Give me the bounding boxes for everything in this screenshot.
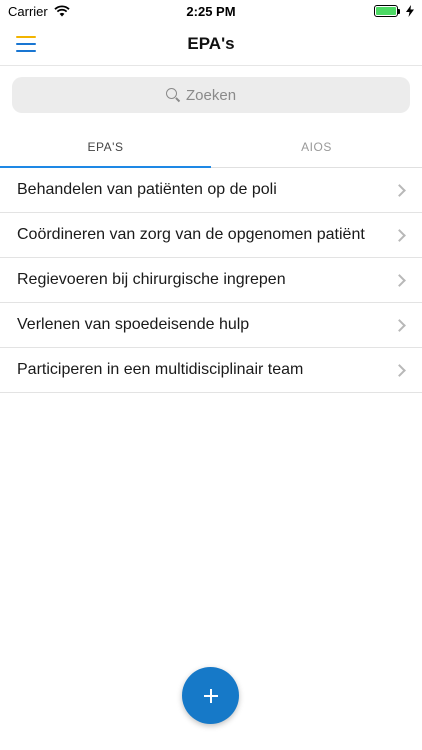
segmented-tabs: EPA'S AIOS (0, 126, 422, 168)
list-item[interactable]: Participeren in een multidisciplinair te… (0, 348, 422, 393)
menu-line (16, 50, 36, 52)
chevron-right-icon (393, 183, 406, 197)
chevron-right-icon (393, 318, 406, 332)
search-icon (166, 88, 180, 102)
battery-icon (374, 5, 400, 17)
list-item-label: Regievoeren bij chirurgische ingrepen (17, 271, 286, 288)
tab-epas[interactable]: EPA'S (0, 126, 211, 168)
search-bar[interactable] (12, 77, 410, 113)
epa-list: Behandelen van patiënten op de poli Coör… (0, 168, 422, 393)
list-item[interactable]: Coördineren van zorg van de opgenomen pa… (0, 213, 422, 258)
chevron-right-icon (393, 363, 406, 377)
list-item[interactable]: Behandelen van patiënten op de poli (0, 168, 422, 213)
charging-bolt-icon (406, 5, 414, 17)
hamburger-menu-icon[interactable] (16, 36, 36, 52)
screen: Carrier 2:25 PM EPA's Zoeken EPA'S AIOS … (0, 0, 422, 750)
status-bar: Carrier 2:25 PM (0, 0, 422, 22)
tab-aios[interactable]: AIOS (211, 126, 422, 167)
list-item-label: Participeren in een multidisciplinair te… (17, 361, 304, 378)
add-button[interactable] (182, 667, 239, 724)
chevron-right-icon (393, 228, 406, 242)
status-right (374, 5, 414, 17)
list-item-label: Behandelen van patiënten op de poli (17, 181, 277, 198)
list-item-label: Coördineren van zorg van de opgenomen pa… (17, 226, 365, 243)
list-item[interactable]: Verlenen van spoedeisende hulp (0, 303, 422, 348)
status-left: Carrier (8, 4, 70, 19)
navigation-bar: EPA's (0, 22, 422, 66)
tab-label: AIOS (301, 139, 332, 154)
tab-label: EPA'S (87, 139, 124, 154)
page-title: EPA's (187, 33, 235, 53)
wifi-icon (54, 5, 70, 17)
plus-icon (203, 688, 218, 703)
carrier-label: Carrier (8, 3, 48, 19)
search-input[interactable] (186, 86, 256, 104)
menu-line (16, 43, 36, 45)
menu-line (16, 36, 36, 38)
battery-fill (376, 7, 396, 15)
list-item[interactable]: Regievoeren bij chirurgische ingrepen (0, 258, 422, 303)
list-item-label: Verlenen van spoedeisende hulp (17, 316, 250, 333)
chevron-right-icon (393, 273, 406, 287)
